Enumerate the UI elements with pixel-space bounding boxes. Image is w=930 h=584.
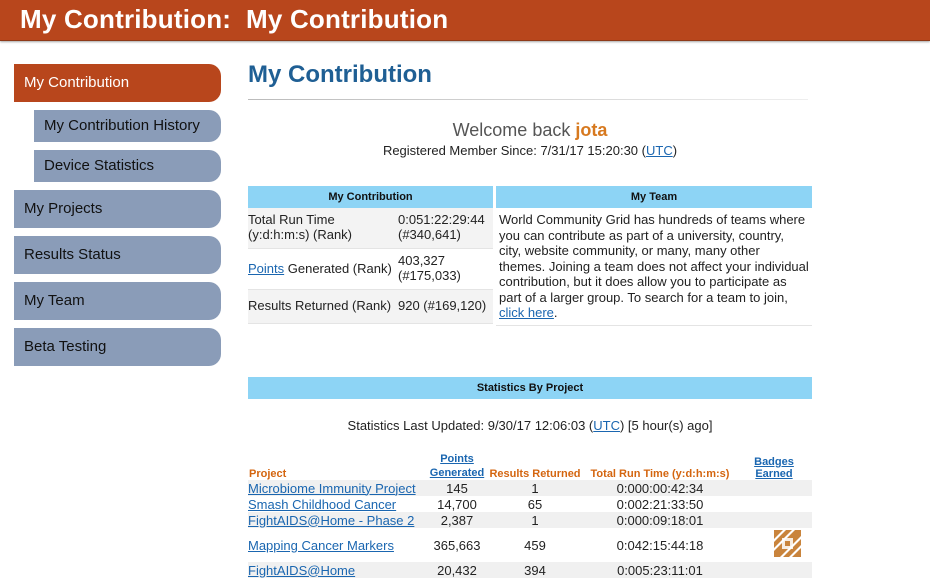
stat-label: Total Run Time (y:d:h:m:s) (Rank)	[248, 212, 353, 242]
points-cell: 365,663	[433, 537, 481, 553]
points-cell: 14,700	[437, 496, 477, 512]
table-row: FightAIDS@Home - Phase 2 2,387 1 0:000:0…	[248, 512, 812, 528]
runtime-cell: 0:000:09:18:01	[584, 512, 736, 528]
project-stats-header: Statistics By Project	[248, 377, 812, 399]
member-since-text: Registered Member Since: 7/31/17 15:20:3…	[382, 143, 646, 158]
stat-row-points: Points Generated (Rank) 403,327 (#175,03…	[248, 249, 493, 290]
sidebar-nav: My Contribution My Contribution History …	[14, 64, 221, 374]
sidebar-item-contribution-history[interactable]: My Contribution History	[34, 110, 221, 142]
results-cell: 1	[486, 480, 584, 496]
stats-updated-text: Statistics Last Updated: 9/30/17 12:06:0…	[347, 418, 594, 433]
results-cell: 394	[486, 562, 584, 578]
stat-value: 403,327 (#175,033)	[398, 253, 461, 283]
team-text-end: .	[553, 305, 558, 320]
username: jota	[575, 120, 608, 140]
welcome-message: Welcome back jota	[248, 120, 812, 141]
badges-cell	[736, 496, 812, 512]
badges-cell	[736, 512, 812, 528]
project-table: Project Points Generated Results Returne…	[248, 452, 812, 578]
runtime-cell: 0:000:00:42:34	[584, 480, 736, 496]
sidebar-item-beta-testing[interactable]: Beta Testing	[14, 328, 221, 366]
badges-cell	[736, 480, 812, 496]
sidebar-item-my-projects[interactable]: My Projects	[14, 190, 221, 228]
runtime-cell: 0:005:23:11:01	[584, 562, 736, 578]
project-link[interactable]: Mapping Cancer Markers	[248, 538, 394, 553]
results-cell: 1	[486, 512, 584, 528]
results-cell: 459	[524, 537, 546, 553]
stat-value: 920 (#169,120)	[398, 298, 487, 313]
table-row: Mapping Cancer Markers 365,663 459 0:042…	[248, 528, 812, 562]
team-description: World Community Grid has hundreds of tea…	[496, 208, 812, 326]
team-panel-header: My Team	[496, 186, 812, 208]
stat-row-runtime: Total Run Time (y:d:h:m:s) (Rank) 0:051:…	[248, 208, 493, 249]
utc-link[interactable]: UTC	[593, 418, 620, 433]
page-header-title: My Contribution: My Contribution	[20, 4, 449, 34]
col-points-sort[interactable]: Points Generated	[428, 452, 486, 480]
project-link[interactable]: FightAIDS@Home - Phase 2	[248, 513, 414, 528]
page-header-bar: My Contribution: My Contribution	[0, 0, 930, 41]
title-divider	[248, 99, 808, 100]
team-text: World Community Grid has hundreds of tea…	[499, 212, 809, 305]
points-cell: 20,432	[428, 562, 486, 578]
table-row: Smash Childhood Cancer 14,700 65 0:002:2…	[248, 496, 812, 512]
sidebar-item-my-team[interactable]: My Team	[14, 282, 221, 320]
utc-link[interactable]: UTC	[646, 143, 673, 158]
col-results: Results Returned	[489, 468, 581, 480]
stats-updated: Statistics Last Updated: 9/30/17 12:06:0…	[248, 418, 812, 433]
team-panel: My Team World Community Grid has hundred…	[496, 186, 812, 326]
points-cell: 2,387	[428, 512, 486, 528]
runtime-cell: 0:002:21:33:50	[616, 496, 704, 512]
project-link[interactable]: FightAIDS@Home	[248, 563, 355, 578]
contribution-panel-header: My Contribution	[248, 186, 493, 208]
results-cell: 65	[527, 496, 543, 512]
main-content: My Contribution Welcome back jota Regist…	[248, 56, 812, 578]
col-badges[interactable]: Badges Earned	[736, 452, 812, 480]
table-row: FightAIDS@Home 20,432 394 0:005:23:11:01	[248, 562, 812, 578]
page-title: My Contribution	[248, 61, 432, 88]
stats-updated-end: ) [5 hour(s) ago]	[619, 418, 713, 433]
project-table-header: Project Points Generated Results Returne…	[248, 452, 812, 480]
stat-label: Points Generated (Rank)	[248, 249, 398, 289]
runtime-cell: 0:042:15:44:18	[616, 537, 704, 553]
welcome-text: Welcome back	[452, 120, 576, 140]
team-search-link[interactable]: click here	[499, 305, 554, 320]
project-stats-section: Statistics By Project Statistics Last Up…	[248, 377, 812, 578]
sidebar-item-my-contribution[interactable]: My Contribution	[14, 64, 221, 102]
project-link[interactable]: Microbiome Immunity Project	[248, 481, 416, 496]
points-link[interactable]: Points	[248, 261, 284, 276]
badges-cell	[736, 528, 812, 562]
member-since-end: )	[672, 143, 678, 158]
stat-row-results: Results Returned (Rank) 920 (#169,120)	[248, 290, 493, 324]
points-cell: 145	[428, 480, 486, 496]
project-link[interactable]: Smash Childhood Cancer	[248, 497, 396, 512]
col-project: Project	[249, 468, 287, 480]
badges-cell	[736, 562, 812, 578]
sidebar-item-results-status[interactable]: Results Status	[14, 236, 221, 274]
stat-label-rest: Generated (Rank)	[284, 261, 392, 276]
stat-value: 0:051:22:29:44 (#340,641)	[398, 212, 485, 242]
col-runtime: Total Run Time (y:d:h:m:s)	[590, 468, 730, 480]
contribution-panel: My Contribution Total Run Time (y:d:h:m:…	[248, 186, 493, 324]
badge-icon[interactable]	[773, 530, 801, 557]
stat-label: Results Returned (Rank)	[248, 298, 392, 313]
sidebar-item-device-statistics[interactable]: Device Statistics	[34, 150, 221, 182]
table-row: Microbiome Immunity Project 145 1 0:000:…	[248, 480, 812, 496]
member-since: Registered Member Since: 7/31/17 15:20:3…	[248, 143, 812, 158]
